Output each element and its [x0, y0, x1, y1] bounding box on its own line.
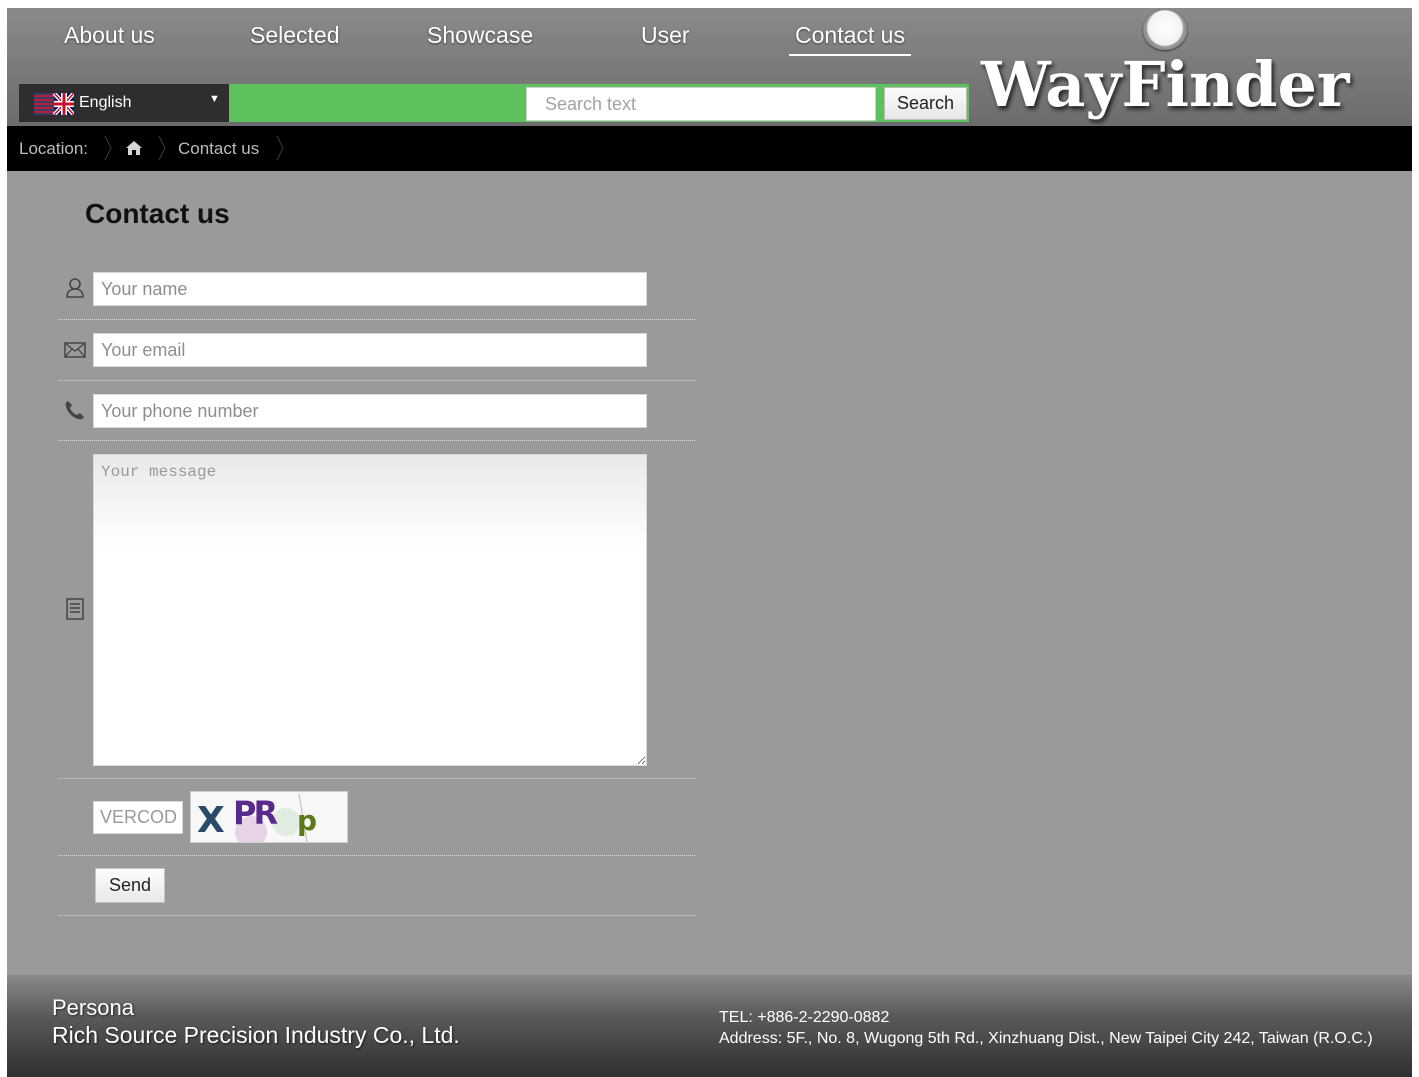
- nav-user[interactable]: User: [641, 22, 690, 54]
- phone-field[interactable]: [93, 394, 647, 428]
- captcha-char: X: [197, 800, 225, 841]
- divider: [58, 319, 695, 320]
- page: About us Selected Showcase User Contact …: [7, 8, 1412, 1077]
- footer-tel: TEL: +886-2-2290-0882: [719, 1009, 890, 1026]
- captcha-char: PR: [233, 794, 278, 832]
- captcha-char: p: [297, 804, 318, 837]
- nav-contact-us[interactable]: Contact us: [789, 22, 911, 56]
- search-button[interactable]: Search: [884, 87, 967, 120]
- send-button[interactable]: Send: [95, 868, 165, 903]
- logo-text: WayFinder: [981, 48, 1350, 121]
- nav-about-us[interactable]: About us: [64, 22, 155, 54]
- user-icon: [66, 278, 84, 298]
- logo-circle-icon: [1143, 10, 1187, 50]
- uk-flag-icon: [34, 93, 74, 115]
- breadcrumb-separator-icon: [276, 136, 284, 160]
- captcha-image[interactable]: X PR p: [190, 791, 348, 843]
- vercode-field[interactable]: [93, 801, 183, 834]
- note-icon: [66, 598, 84, 620]
- message-field[interactable]: [93, 454, 647, 766]
- divider: [58, 380, 695, 381]
- home-icon[interactable]: [125, 140, 143, 156]
- search-input[interactable]: [526, 87, 876, 121]
- footer-company-name: Rich Source Precision Industry Co., Ltd.: [52, 1022, 460, 1048]
- divider: [58, 855, 695, 856]
- breadcrumb-separator-icon: [158, 136, 166, 160]
- nav-selected[interactable]: Selected: [250, 22, 340, 54]
- divider: [58, 440, 695, 441]
- breadcrumb-current[interactable]: Contact us: [178, 139, 259, 159]
- wayfinder-logo[interactable]: WayFinder: [979, 8, 1359, 126]
- name-field[interactable]: [93, 272, 647, 306]
- language-label: English: [79, 94, 132, 111]
- header: About us Selected Showcase User Contact …: [7, 8, 1412, 126]
- breadcrumb: Location: Contact us: [7, 126, 1412, 171]
- footer-address: Address: 5F., No. 8, Wugong 5th Rd., Xin…: [719, 1030, 1373, 1047]
- email-field[interactable]: [93, 333, 647, 367]
- nav-showcase[interactable]: Showcase: [427, 22, 533, 54]
- divider: [58, 778, 695, 779]
- footer: Persona Rich Source Precision Industry C…: [7, 975, 1412, 1077]
- footer-line-1: Persona: [52, 995, 134, 1020]
- divider: [58, 915, 695, 916]
- breadcrumb-prefix: Location:: [19, 139, 88, 158]
- phone-icon: [65, 401, 84, 420]
- language-selector[interactable]: English ▼: [19, 84, 229, 122]
- breadcrumb-separator-icon: [104, 136, 112, 160]
- caret-down-icon: ▼: [209, 93, 220, 105]
- envelope-icon: [64, 342, 86, 358]
- page-title: Contact us: [85, 198, 230, 229]
